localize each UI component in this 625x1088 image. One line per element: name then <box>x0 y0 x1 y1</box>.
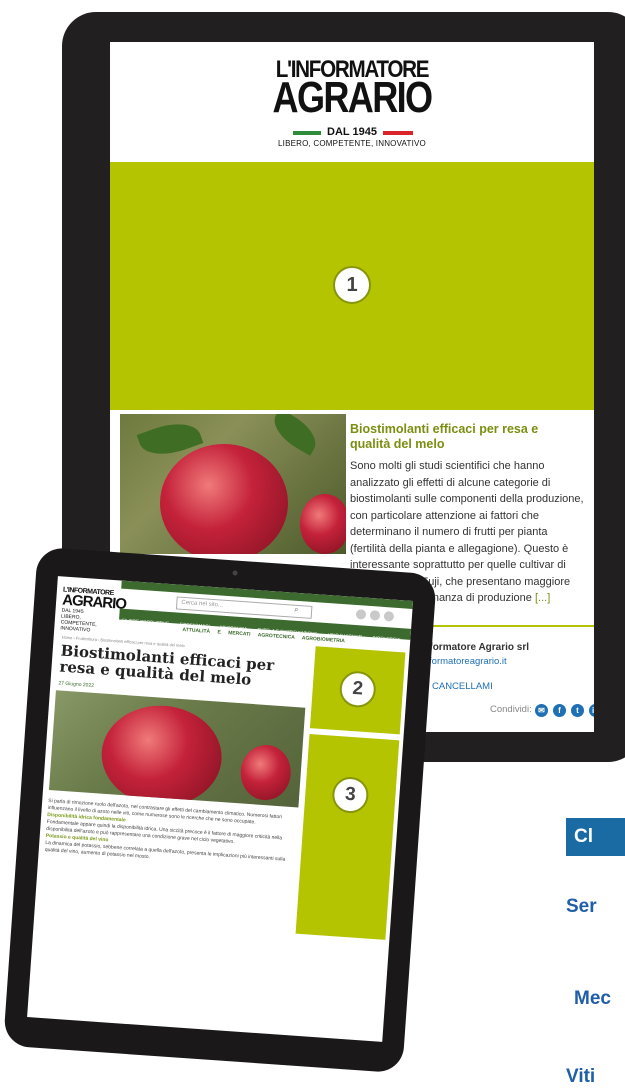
leaf-shape <box>266 414 324 456</box>
website-article-image <box>48 690 306 808</box>
side-badge-label: Cl <box>574 826 593 847</box>
website-screen: ABBONAMENTI L'INFORMATORE AGRARIO PUBBLI… <box>27 576 414 1042</box>
banner-slot-1: 1 <box>110 162 594 410</box>
side-link-3[interactable]: Viti <box>566 1066 595 1088</box>
logo-since: DAL 1945 <box>327 126 377 138</box>
search-icon[interactable]: ⌕ <box>294 605 299 615</box>
article-date: 27 Giugno 2022 <box>58 680 95 689</box>
unsubscribe-link[interactable]: CANCELLAMI <box>432 681 493 692</box>
apple-shape <box>98 701 225 808</box>
mail-icon[interactable] <box>383 610 395 622</box>
facebook-icon[interactable] <box>355 609 367 620</box>
share-label: Condividi: <box>490 704 532 715</box>
slot-number-1: 1 <box>333 266 371 304</box>
page-title: Biostimolanti efficaci per resa e qualit… <box>58 641 275 689</box>
slot-number-3: 3 <box>331 775 370 815</box>
slot-number-2: 2 <box>338 670 377 709</box>
article-text: Si parla di rimozione ruolo dell'azoto, … <box>45 798 298 871</box>
side-link-2[interactable]: Mec <box>574 988 611 1010</box>
linkedin-icon[interactable]: in <box>589 704 594 717</box>
nav-item[interactable]: FILIERE PRODUTTIVE <box>122 618 169 626</box>
tablet-front: ABBONAMENTI L'INFORMATORE AGRARIO PUBBLI… <box>3 546 437 1074</box>
sub-nav-item[interactable]: AGROTECNICA <box>257 632 294 641</box>
side-link-1[interactable]: Ser <box>566 896 597 918</box>
logo-line2: AGRARIO <box>272 73 434 122</box>
banner-slot-3: 3 <box>295 734 400 940</box>
twitter-icon[interactable]: t <box>571 704 584 717</box>
apple-shape <box>300 494 346 554</box>
banner-slot-2: 2 <box>309 646 406 735</box>
apple-shape <box>238 743 293 802</box>
website-logo-tagline: LIBERO, COMPETENTE, INNOVATIVO <box>60 613 97 634</box>
camera-dot <box>232 570 238 576</box>
website-logo[interactable]: L'INFORMATORE AGRARIO DAL 1945 LIBERO, C… <box>60 587 126 634</box>
mail-icon[interactable]: ✉ <box>535 704 548 717</box>
logo-tagline: LIBERO, COMPETENTE, INNOVATIVO <box>278 139 426 148</box>
twitter-icon[interactable] <box>369 609 381 621</box>
article-title[interactable]: Biostimolanti efficaci per resa e qualit… <box>350 422 582 452</box>
top-link[interactable]: ABBONAMENTI <box>126 590 155 597</box>
article-image[interactable] <box>120 414 346 554</box>
facebook-icon[interactable]: f <box>553 704 566 717</box>
read-more-link[interactable]: [...] <box>535 592 550 604</box>
newsletter-logo: L'INFORMATORE AGRARIO DAL 1945 LIBERO, C… <box>110 42 594 160</box>
apple-shape <box>160 444 288 554</box>
nav-item[interactable]: BIOENERGIE <box>372 635 400 642</box>
